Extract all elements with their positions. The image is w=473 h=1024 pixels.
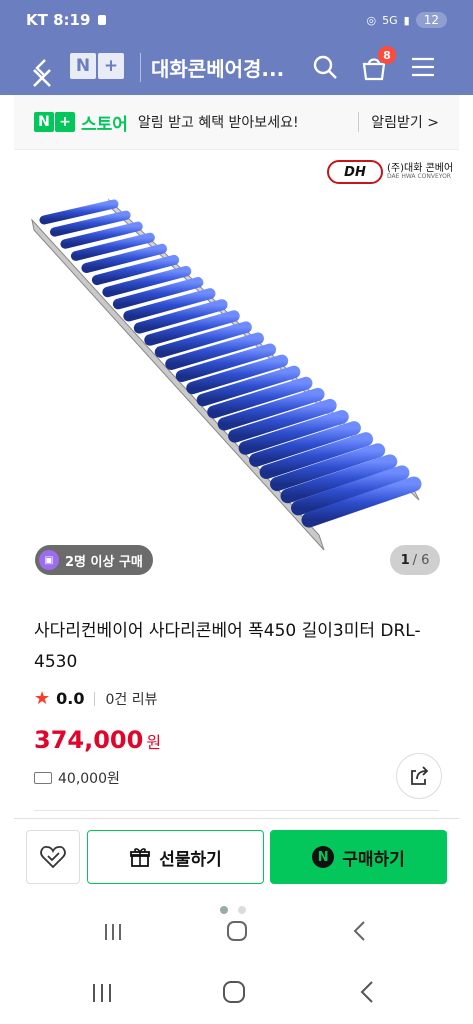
- subscribe-alerts-link[interactable]: 알림받기 >: [358, 112, 439, 132]
- naver-plus-logo[interactable]: N +: [70, 53, 124, 79]
- app-header: N + 대화콘베어경... 8: [0, 40, 473, 95]
- rating-row[interactable]: ★ 0.0 0건 리뷰: [34, 688, 157, 709]
- cart-count-badge: 8: [378, 46, 396, 64]
- shipping-row: 40,000원: [34, 768, 120, 788]
- system-back-icon[interactable]: [358, 980, 376, 1004]
- small-logo-plus: +: [55, 112, 75, 132]
- search-icon[interactable]: [312, 54, 338, 80]
- naver-pay-icon: N: [312, 846, 335, 868]
- home-icon[interactable]: [226, 920, 248, 942]
- bag-icon: ▣: [39, 550, 59, 570]
- buy-button[interactable]: N 구매하기: [270, 830, 447, 884]
- total-pages: / 6: [412, 552, 430, 568]
- current-page: 1: [400, 552, 410, 568]
- product-image-roller-conveyor[interactable]: [14, 190, 459, 590]
- review-count[interactable]: 0건 리뷰: [105, 689, 157, 709]
- brand-logo: DH (주)대화 콘베어 DAE HWA CONVEYOR: [327, 160, 453, 184]
- truck-icon: [34, 772, 52, 784]
- star-icon: ★: [34, 688, 51, 709]
- recent-apps-icon[interactable]: [102, 922, 124, 942]
- lock-icon: [98, 15, 107, 25]
- buy-label: 구매하기: [342, 849, 405, 870]
- price: 374,000 원: [34, 726, 161, 754]
- product-title: 사다리컨베이어 사다리콘베어 폭450 길이3미터 DRL-4530: [34, 621, 421, 672]
- share-button[interactable]: [396, 753, 442, 799]
- brand-mark: DH: [327, 160, 383, 184]
- page-indicator-dots: [220, 906, 246, 914]
- shipping-fee: 40,000원: [58, 771, 120, 787]
- naver-plus-small-logo: N +: [34, 112, 75, 132]
- system-home-icon[interactable]: [222, 980, 246, 1004]
- store-title[interactable]: 대화콘베어경...: [140, 53, 284, 82]
- heart-check-icon: [40, 846, 66, 869]
- group-buy-label: 2명 이상 구매: [65, 554, 143, 570]
- notification-message: 알림 받고 혜택 받아보세요!: [137, 115, 299, 131]
- network-label: 5G: [382, 13, 398, 27]
- price-unit: 원: [146, 733, 162, 752]
- carrier-time: KT 8:19: [26, 11, 91, 29]
- system-recent-apps-icon[interactable]: [90, 982, 114, 1004]
- signal-icon: ▮: [403, 13, 410, 27]
- rating-value: 0.0: [56, 689, 85, 708]
- price-amount: 374,000: [34, 726, 144, 754]
- brand-sub: DAE HWA CONVEYOR: [387, 173, 451, 181]
- status-bar: KT 8:19 ◎ 5G ▮ 12: [0, 0, 473, 40]
- back-icon[interactable]: [352, 920, 368, 942]
- share-icon: [411, 766, 429, 785]
- wifi-icon: ◎: [366, 13, 377, 27]
- gift-label: 선물하기: [159, 849, 222, 870]
- close-icon[interactable]: [30, 66, 54, 90]
- small-logo-n: N: [34, 112, 54, 132]
- store-label: 스토어: [81, 114, 128, 135]
- group-buy-badge: ▣ 2명 이상 구매: [35, 545, 153, 575]
- page-dot-active: [220, 906, 228, 914]
- wishlist-button[interactable]: [26, 830, 80, 884]
- divider: [34, 810, 439, 811]
- logo-plus: +: [98, 53, 124, 79]
- gift-icon: [130, 848, 151, 867]
- battery-level: 12: [415, 12, 447, 28]
- logo-n: N: [70, 53, 96, 79]
- menu-icon[interactable]: [410, 55, 436, 79]
- gift-button[interactable]: 선물하기: [87, 830, 264, 884]
- page-dot: [238, 906, 246, 914]
- rating-divider: [94, 691, 96, 706]
- image-page-counter: 1 / 6: [390, 545, 440, 575]
- notification-banner: N + 스토어 알림 받고 혜택 받아보세요! 알림받기 >: [14, 95, 459, 150]
- conveyor-rollers: [39, 199, 422, 528]
